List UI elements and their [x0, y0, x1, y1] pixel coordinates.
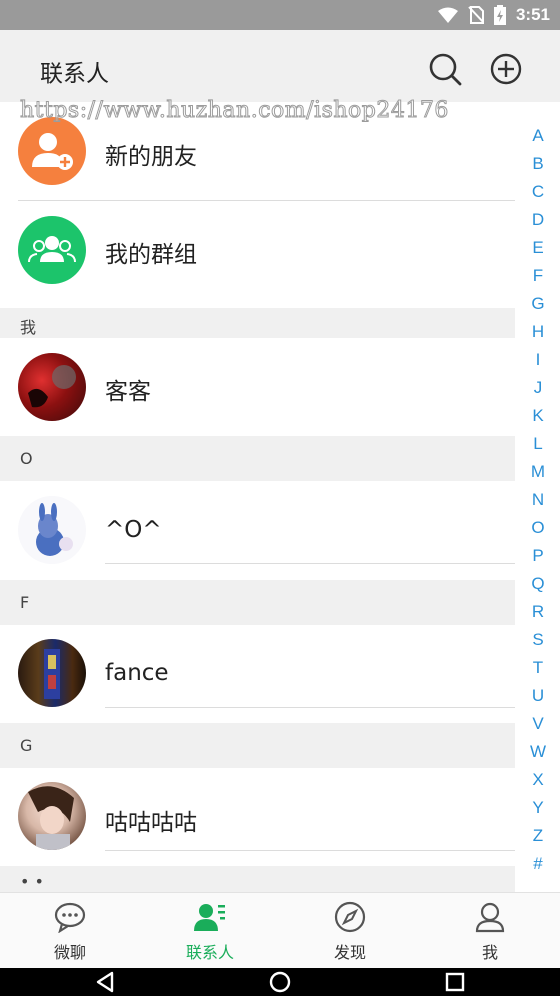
- back-button[interactable]: [94, 971, 116, 993]
- battery-icon: [493, 5, 506, 25]
- divider: [105, 707, 515, 708]
- index-letter[interactable]: U: [520, 686, 556, 706]
- compass-icon: [334, 901, 366, 933]
- recents-button[interactable]: [444, 971, 466, 993]
- alphabet-index[interactable]: A B C D E F G H I J K L M N O P Q R S T U V W X Y Z #: [520, 126, 556, 882]
- index-letter[interactable]: X: [520, 770, 556, 790]
- index-letter[interactable]: Z: [520, 826, 556, 846]
- section-header: • •: [0, 866, 515, 892]
- index-letter[interactable]: G: [520, 294, 556, 314]
- search-icon: [429, 53, 462, 86]
- index-letter[interactable]: B: [520, 154, 556, 174]
- wifi-icon: [437, 7, 458, 23]
- index-letter[interactable]: C: [520, 182, 556, 202]
- tab-label: 联系人: [185, 943, 234, 962]
- avatar: [18, 639, 86, 707]
- no-sim-icon: [468, 6, 484, 24]
- row-label: 新的朋友: [105, 144, 197, 170]
- contact-name: 咕咕咕咕: [105, 810, 197, 836]
- index-letter[interactable]: L: [520, 434, 556, 454]
- chat-icon: [54, 902, 86, 933]
- index-letter[interactable]: D: [520, 210, 556, 230]
- section-label: • •: [20, 872, 44, 891]
- section-header: 我: [0, 308, 515, 338]
- index-letter[interactable]: M: [520, 462, 556, 482]
- section-label: G: [20, 736, 33, 755]
- index-letter[interactable]: S: [520, 630, 556, 650]
- new-friends-row[interactable]: 新的朋友: [0, 102, 515, 201]
- avatar: [18, 782, 86, 850]
- group-icon: [18, 216, 86, 284]
- bottom-tab-bar: 微聊 联系人 发现 我: [0, 892, 560, 968]
- tab-contacts[interactable]: 联系人: [140, 893, 280, 969]
- page-title: 联系人: [40, 61, 109, 87]
- home-icon: [269, 971, 291, 993]
- contact-name: fance: [105, 660, 169, 686]
- index-letter[interactable]: Y: [520, 798, 556, 818]
- contact-row[interactable]: fance: [0, 625, 515, 723]
- tab-label: 微聊: [53, 943, 86, 962]
- index-letter[interactable]: J: [520, 378, 556, 398]
- system-nav-bar: [0, 968, 560, 996]
- index-letter[interactable]: I: [520, 350, 556, 370]
- tab-label: 发现: [333, 943, 366, 962]
- avatar: [18, 353, 86, 421]
- index-letter[interactable]: A: [520, 126, 556, 146]
- index-letter[interactable]: W: [520, 742, 556, 762]
- add-button[interactable]: [489, 52, 523, 86]
- home-button[interactable]: [269, 971, 291, 993]
- row-label: 我的群组: [105, 242, 197, 268]
- divider: [105, 850, 515, 851]
- contact-name: ^O^: [105, 517, 162, 543]
- index-letter[interactable]: #: [520, 854, 556, 874]
- index-letter[interactable]: F: [520, 266, 556, 286]
- contact-row[interactable]: 咕咕咕咕: [0, 768, 515, 866]
- back-icon: [96, 971, 114, 993]
- profile-icon: [475, 902, 505, 933]
- contact-row[interactable]: ^O^: [0, 481, 515, 580]
- add-circle-icon: [490, 53, 522, 85]
- section-label: 我: [20, 318, 37, 337]
- index-letter[interactable]: H: [520, 322, 556, 342]
- tab-discover[interactable]: 发现: [280, 893, 420, 969]
- index-letter[interactable]: O: [520, 518, 556, 538]
- status-time: 3:51: [515, 5, 550, 24]
- index-letter[interactable]: R: [520, 602, 556, 622]
- recents-icon: [445, 972, 465, 992]
- tab-me[interactable]: 我: [420, 893, 560, 969]
- avatar: [18, 496, 86, 564]
- section-header: F: [0, 580, 515, 625]
- index-letter[interactable]: V: [520, 714, 556, 734]
- index-letter[interactable]: Q: [520, 574, 556, 594]
- contact-row[interactable]: 客客: [0, 338, 515, 436]
- status-icons: 3:51: [437, 4, 550, 26]
- contacts-icon: [194, 904, 225, 931]
- new-friend-icon: [18, 117, 86, 185]
- section-label: O: [20, 449, 33, 468]
- tab-chat[interactable]: 微聊: [0, 893, 140, 969]
- index-letter[interactable]: K: [520, 406, 556, 426]
- index-letter[interactable]: P: [520, 546, 556, 566]
- section-label: F: [20, 593, 30, 612]
- my-groups-row[interactable]: 我的群组: [0, 201, 515, 299]
- tab-label: 我: [481, 943, 498, 962]
- index-letter[interactable]: E: [520, 238, 556, 258]
- contact-list[interactable]: 新的朋友 我的群组 我 客客 O ^O^ F fance G 咕咕咕咕 • •: [0, 102, 515, 892]
- index-letter[interactable]: T: [520, 658, 556, 678]
- section-header: G: [0, 723, 515, 768]
- section-header: O: [0, 436, 515, 481]
- contact-name: 客客: [105, 379, 151, 405]
- search-button[interactable]: [428, 52, 462, 86]
- app-bar: 联系人: [0, 30, 560, 102]
- index-letter[interactable]: N: [520, 490, 556, 510]
- divider: [105, 563, 515, 564]
- status-bar: 3:51: [0, 0, 560, 30]
